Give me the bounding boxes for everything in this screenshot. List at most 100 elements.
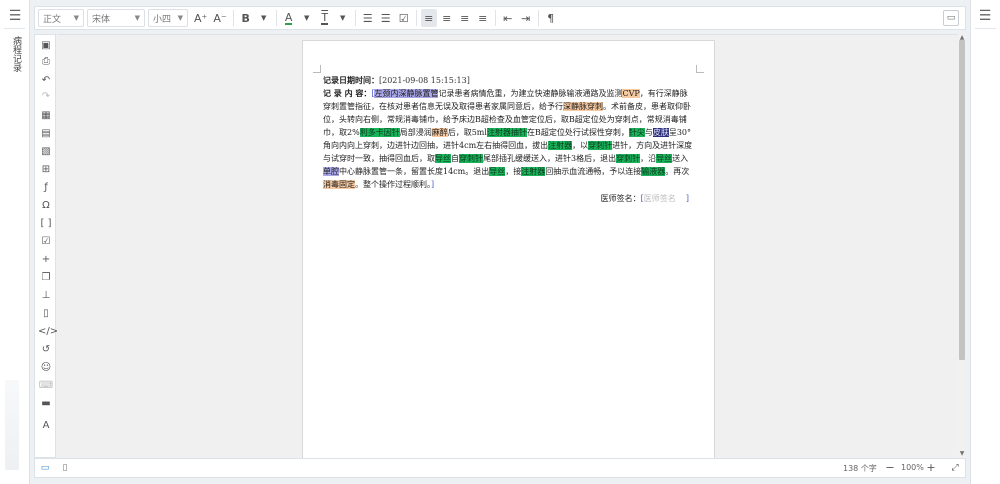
scroll-down-icon[interactable]: ▼ <box>958 450 966 458</box>
text-run: ，接 <box>505 167 522 176</box>
annotated-term[interactable]: 穿刺针 <box>459 154 483 163</box>
desktop-view-icon[interactable]: ▭ <box>39 462 51 474</box>
align-left-button[interactable]: ≡ <box>420 9 437 27</box>
document-page[interactable]: 记录日期时间：[2021-09-08 15:15:13] 记 录 内 容：[左颈… <box>302 40 715 459</box>
zoom-level[interactable]: 100% <box>901 463 924 472</box>
signature-field[interactable]: 医师签名 <box>644 194 676 203</box>
annotated-term[interactable]: 左颈内深静脉置管 <box>374 89 439 98</box>
file-icon[interactable]: ▯ <box>38 307 54 321</box>
record-content-field[interactable]: 左颈内深静脉置管记录患者病情危重，为建立快速静脉输液通路及监测CVP，有行深静脉… <box>323 89 692 189</box>
table-icon[interactable]: ▦ <box>38 109 54 123</box>
page-corner-mark <box>696 65 704 73</box>
bullet-list-button[interactable]: ☰ <box>378 9 394 27</box>
text-run: 记录患者病情危重，为建立快速静脉输液通路及监测 <box>438 89 623 98</box>
table-insert-icon[interactable]: ⊞ <box>38 163 54 177</box>
align-justify-button[interactable]: ≡ <box>475 9 491 27</box>
editor-canvas[interactable]: 记录日期时间：[2021-09-08 15:15:13] 记 录 内 容：[左颈… <box>57 34 966 459</box>
annotated-term[interactable]: 皮肤 <box>652 128 669 137</box>
annotated-term[interactable]: 消毒固定 <box>323 180 355 189</box>
vertical-scrollbar[interactable]: ▲ ▼ <box>958 34 966 458</box>
comment-icon: ▭ <box>946 13 956 23</box>
highlight-dropdown[interactable]: ▼ <box>335 9 351 27</box>
copy-icon[interactable]: ❐ <box>38 271 54 285</box>
highlight-icon: T <box>321 10 329 25</box>
align-right-button[interactable]: ≡ <box>457 9 473 27</box>
text-run: 回抽示血流通畅，予以连接 <box>545 167 642 176</box>
font-size-select[interactable]: 小四 ▼ <box>148 9 188 27</box>
zoom-out-button[interactable]: − <box>884 461 896 475</box>
code-icon[interactable]: </> <box>38 325 58 339</box>
annotated-term[interactable]: 利多卡因针 <box>359 128 400 137</box>
annotated-term[interactable]: CVP <box>622 89 640 98</box>
plus-icon[interactable]: + <box>38 253 54 267</box>
user-icon[interactable]: ☺ <box>38 361 54 375</box>
align-right-icon: ≡ <box>460 11 470 25</box>
document-body[interactable]: 记录日期时间：[2021-09-08 15:15:13] 记 录 内 容：[左颈… <box>323 74 695 205</box>
comment-icon[interactable]: ▬ <box>38 397 54 411</box>
left-panel: ☰ 病程记录 <box>0 0 30 484</box>
record-date-field[interactable]: [2021-09-08 15:15:13] <box>379 76 470 85</box>
field-bracket-close: ] <box>685 194 689 203</box>
annotated-term[interactable]: 针尖 <box>628 128 645 137</box>
image-icon[interactable]: ▧ <box>38 145 54 159</box>
bullet-list-icon: ☰ <box>380 11 391 25</box>
checkbox-insert-icon[interactable]: ☑ <box>38 235 54 249</box>
align-center-button[interactable]: ≡ <box>439 9 455 27</box>
annotated-term[interactable]: 深静脉穿刺 <box>563 102 603 111</box>
bold-button[interactable]: B <box>238 9 254 27</box>
indent-increase-button[interactable]: ⇥ <box>518 9 534 27</box>
font-family-select[interactable]: 宋体 ▼ <box>87 9 145 27</box>
indent-decrease-button[interactable]: ⇤ <box>500 9 516 27</box>
annotated-term[interactable]: 注射器 <box>548 141 573 150</box>
annotated-term[interactable]: 单腔 <box>323 167 339 176</box>
save-icon[interactable]: ▣ <box>38 39 54 53</box>
divider <box>354 10 356 26</box>
zoom-in-button[interactable]: + <box>925 461 937 475</box>
paragraph-marks-button[interactable]: ¶ <box>543 9 559 27</box>
keyboard-icon[interactable]: ⌨ <box>38 379 54 393</box>
grow-font-icon: A⁺ <box>194 11 208 25</box>
redo-icon[interactable]: ↷ <box>38 90 54 104</box>
document-icon[interactable]: ▤ <box>38 127 54 141</box>
divider <box>537 10 539 26</box>
right-menu-icon[interactable]: ☰ <box>976 8 994 24</box>
bold-dropdown[interactable]: ▼ <box>256 9 272 27</box>
grow-font-button[interactable]: A⁺ <box>192 9 209 27</box>
text-run: 后，取5ml <box>447 128 487 137</box>
field-bracket-icon[interactable]: [ ] <box>38 217 54 231</box>
shrink-font-button[interactable]: A⁻ <box>211 9 228 27</box>
record-content-paragraph[interactable]: 记 录 内 容：[左颈内深静脉置管记录患者病情危重，为建立快速静脉输液通路及监测… <box>323 87 695 191</box>
mobile-view-icon[interactable]: ▯ <box>59 462 71 474</box>
print-icon[interactable]: ⎙ <box>38 55 54 69</box>
font-color-dropdown[interactable]: ▼ <box>299 9 315 27</box>
annotated-term[interactable]: 注射器抽针 <box>486 128 527 137</box>
annotated-term[interactable]: 穿刺针 <box>616 154 641 163</box>
text-run: 送入 <box>672 154 689 163</box>
formula-icon[interactable]: ƒ <box>38 181 54 195</box>
panel-label[interactable]: 病程记录 <box>9 36 21 72</box>
scroll-thumb[interactable] <box>959 40 965 360</box>
expand-icon[interactable]: ⤢ <box>949 461 961 475</box>
divider <box>4 28 25 29</box>
history-icon[interactable]: ↺ <box>38 343 54 357</box>
annotated-term[interactable]: 导丝 <box>489 167 506 176</box>
paragraph-style-select[interactable]: 正文 ▼ <box>38 9 84 27</box>
format-toolbar: 正文 ▼ 宋体 ▼ 小四 ▼ A⁺ A⁻ B ▼ A ▼ T ▼ ☰ ☰ ☑ ≡… <box>34 6 966 30</box>
stamp-icon[interactable]: ⊥ <box>38 289 54 303</box>
undo-icon[interactable]: ↶ <box>38 74 54 88</box>
annotated-term[interactable]: 注射器 <box>521 167 546 176</box>
text-run: 尾部插孔缓缓送入，进针3格后，退出 <box>483 154 617 163</box>
clear-format-icon[interactable]: A <box>38 419 54 433</box>
left-menu-icon[interactable]: ☰ <box>6 8 24 24</box>
annotated-term[interactable]: 穿刺针 <box>588 141 613 150</box>
checkbox-button[interactable]: ☑ <box>396 9 412 27</box>
highlight-button[interactable]: T <box>317 9 333 27</box>
special-char-icon[interactable]: Ω <box>38 199 54 213</box>
comment-button[interactable]: ▭ <box>943 10 959 26</box>
font-color-button[interactable]: A <box>281 9 297 27</box>
annotated-term[interactable]: 导丝 <box>435 154 451 163</box>
annotated-term[interactable]: 输液器 <box>641 167 666 176</box>
annotated-term[interactable]: 导丝 <box>656 154 673 163</box>
ordered-list-button[interactable]: ☰ <box>360 9 376 27</box>
annotated-term[interactable]: 麻醉 <box>431 128 448 137</box>
